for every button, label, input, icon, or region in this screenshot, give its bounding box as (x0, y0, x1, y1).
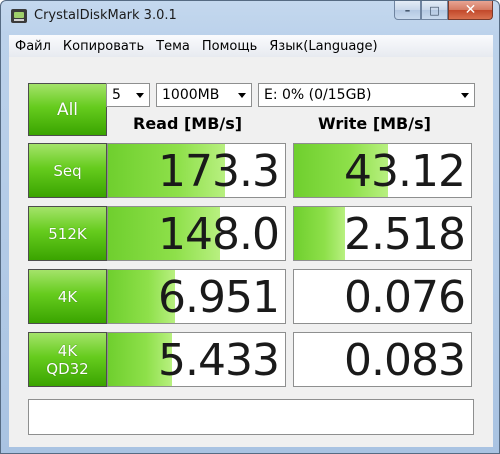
512k-button[interactable]: 512K (28, 206, 107, 261)
512k-write-cell: 2.518 (293, 206, 472, 261)
all-button[interactable]: All (28, 83, 107, 136)
comment-field[interactable] (28, 399, 474, 435)
seq-write-cell: 43.12 (293, 143, 472, 198)
seq-write-value: 43.12 (344, 146, 466, 197)
main-panel: All 5 1000MB E: 0% (0/15GB) Read [MB/s] … (9, 57, 493, 447)
4k-write-value: 0.076 (344, 272, 466, 323)
row-label: 4K (57, 341, 78, 360)
drive-value: E: 0% (0/15GB) (264, 87, 372, 103)
4k-button[interactable]: 4K (28, 269, 107, 324)
512k-read-cell: 148.0 (107, 206, 286, 261)
4k-qd32-write-value: 0.083 (344, 335, 466, 386)
menu-theme[interactable]: Тема (150, 39, 196, 54)
chevron-down-icon (136, 93, 144, 98)
seq-button[interactable]: Seq (28, 143, 107, 198)
menu-file[interactable]: Файл (9, 39, 57, 54)
4k-qd32-read-value: 5.433 (158, 335, 280, 386)
menu-help[interactable]: Помощь (196, 39, 263, 54)
row-sublabel: QD32 (46, 359, 89, 378)
4k-read-cell: 6.951 (107, 269, 286, 324)
size-value: 1000MB (162, 87, 220, 103)
write-header: Write [MB/s] (318, 114, 431, 133)
4k-write-cell: 0.076 (293, 269, 472, 324)
4k-qd32-read-cell: 5.433 (107, 332, 286, 387)
row-label: 4K (57, 287, 78, 306)
read-header: Read [MB/s] (133, 114, 243, 133)
chevron-down-icon (461, 93, 469, 98)
menu-copy[interactable]: Копировать (57, 39, 150, 54)
window-title: CrystalDiskMark 3.0.1 (34, 8, 177, 23)
runs-select[interactable]: 5 (106, 83, 150, 107)
minimize-icon: – (404, 3, 411, 17)
512k-read-value: 148.0 (158, 209, 280, 260)
menu-bar: Файл Копировать Тема Помощь Язык(Languag… (9, 35, 493, 57)
caption-buttons: – □ ✕ (394, 1, 493, 21)
4k-read-value: 6.951 (158, 272, 280, 323)
close-icon: ✕ (464, 2, 477, 18)
seq-read-cell: 173.3 (107, 143, 286, 198)
maximize-button[interactable]: □ (421, 1, 448, 20)
4k-qd32-button[interactable]: 4K QD32 (28, 332, 107, 387)
row-label: Seq (53, 161, 82, 180)
seq-read-value: 173.3 (158, 146, 280, 197)
menu-language[interactable]: Язык(Language) (263, 39, 383, 54)
minimize-button[interactable]: – (394, 1, 421, 20)
row-label: 512K (48, 224, 87, 243)
chevron-down-icon (238, 93, 246, 98)
size-select[interactable]: 1000MB (156, 83, 252, 107)
runs-value: 5 (112, 87, 121, 103)
drive-select[interactable]: E: 0% (0/15GB) (258, 83, 475, 107)
512k-write-value: 2.518 (344, 209, 466, 260)
4k-qd32-write-cell: 0.083 (293, 332, 472, 387)
title-bar[interactable]: CrystalDiskMark 3.0.1 – □ ✕ (1, 1, 499, 33)
write-progress-bar (294, 207, 346, 260)
close-button[interactable]: ✕ (448, 1, 493, 20)
app-icon (11, 9, 27, 23)
maximize-icon: □ (429, 3, 440, 17)
app-window: CrystalDiskMark 3.0.1 – □ ✕ Файл Копиров… (0, 0, 500, 454)
